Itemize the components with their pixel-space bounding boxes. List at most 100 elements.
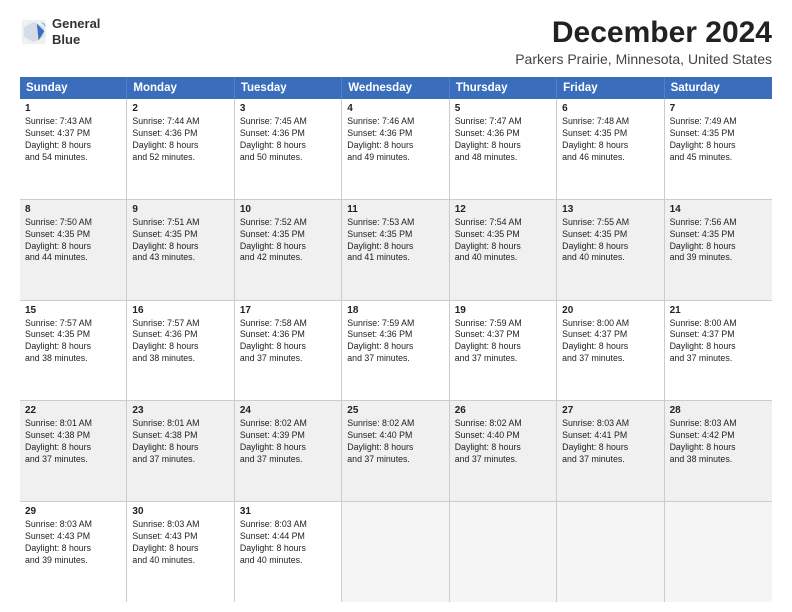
cell-line: Daylight: 8 hours xyxy=(562,442,658,454)
calendar-header-cell: Monday xyxy=(127,77,234,99)
table-row: 10Sunrise: 7:52 AMSunset: 4:35 PMDayligh… xyxy=(235,200,342,300)
cell-line: Sunset: 4:35 PM xyxy=(670,229,767,241)
day-number: 7 xyxy=(670,103,767,114)
table-row xyxy=(665,502,772,602)
day-number: 3 xyxy=(240,103,336,114)
cell-line: and 40 minutes. xyxy=(455,252,551,264)
cell-line: Daylight: 8 hours xyxy=(670,442,767,454)
table-row: 20Sunrise: 8:00 AMSunset: 4:37 PMDayligh… xyxy=(557,301,664,401)
cell-line: Sunrise: 8:02 AM xyxy=(455,418,551,430)
cell-line: and 50 minutes. xyxy=(240,152,336,164)
cell-line: Sunset: 4:44 PM xyxy=(240,531,336,543)
cell-line: Sunrise: 8:00 AM xyxy=(562,318,658,330)
cell-line: Daylight: 8 hours xyxy=(240,341,336,353)
cell-line: and 37 minutes. xyxy=(455,353,551,365)
cell-line: Sunrise: 8:03 AM xyxy=(132,519,228,531)
table-row: 30Sunrise: 8:03 AMSunset: 4:43 PMDayligh… xyxy=(127,502,234,602)
day-number: 2 xyxy=(132,103,228,114)
calendar-header-cell: Wednesday xyxy=(342,77,449,99)
cell-line: Sunset: 4:43 PM xyxy=(132,531,228,543)
cell-line: Sunrise: 7:59 AM xyxy=(347,318,443,330)
cell-line: Sunset: 4:35 PM xyxy=(347,229,443,241)
cell-line: Sunrise: 8:01 AM xyxy=(25,418,121,430)
table-row: 16Sunrise: 7:57 AMSunset: 4:36 PMDayligh… xyxy=(127,301,234,401)
cell-line: and 45 minutes. xyxy=(670,152,767,164)
cell-line: and 49 minutes. xyxy=(347,152,443,164)
table-row: 14Sunrise: 7:56 AMSunset: 4:35 PMDayligh… xyxy=(665,200,772,300)
cell-line: and 46 minutes. xyxy=(562,152,658,164)
day-number: 22 xyxy=(25,405,121,416)
table-row: 4Sunrise: 7:46 AMSunset: 4:36 PMDaylight… xyxy=(342,99,449,199)
day-number: 21 xyxy=(670,305,767,316)
logo: General Blue xyxy=(20,16,100,47)
calendar-header-cell: Friday xyxy=(557,77,664,99)
day-number: 8 xyxy=(25,204,121,215)
cell-line: Daylight: 8 hours xyxy=(132,241,228,253)
cell-line: Daylight: 8 hours xyxy=(240,140,336,152)
table-row: 27Sunrise: 8:03 AMSunset: 4:41 PMDayligh… xyxy=(557,401,664,501)
day-number: 23 xyxy=(132,405,228,416)
cell-line: Sunset: 4:37 PM xyxy=(25,128,121,140)
day-number: 5 xyxy=(455,103,551,114)
table-row: 26Sunrise: 8:02 AMSunset: 4:40 PMDayligh… xyxy=(450,401,557,501)
cell-line: and 43 minutes. xyxy=(132,252,228,264)
cell-line: Daylight: 8 hours xyxy=(562,241,658,253)
cell-line: Sunset: 4:38 PM xyxy=(132,430,228,442)
day-number: 15 xyxy=(25,305,121,316)
header: General Blue December 2024 Parkers Prair… xyxy=(20,16,772,67)
cell-line: Sunset: 4:36 PM xyxy=(347,329,443,341)
table-row: 11Sunrise: 7:53 AMSunset: 4:35 PMDayligh… xyxy=(342,200,449,300)
cell-line: Daylight: 8 hours xyxy=(25,140,121,152)
cell-line: Sunset: 4:36 PM xyxy=(347,128,443,140)
cell-line: and 52 minutes. xyxy=(132,152,228,164)
calendar-row: 29Sunrise: 8:03 AMSunset: 4:43 PMDayligh… xyxy=(20,502,772,602)
day-number: 29 xyxy=(25,506,121,517)
calendar: SundayMondayTuesdayWednesdayThursdayFrid… xyxy=(20,77,772,602)
logo-line2: Blue xyxy=(52,32,80,47)
cell-line: and 37 minutes. xyxy=(347,353,443,365)
day-number: 14 xyxy=(670,204,767,215)
cell-line: Sunset: 4:38 PM xyxy=(25,430,121,442)
table-row: 24Sunrise: 8:02 AMSunset: 4:39 PMDayligh… xyxy=(235,401,342,501)
cell-line: Sunset: 4:43 PM xyxy=(25,531,121,543)
cell-line: Sunset: 4:42 PM xyxy=(670,430,767,442)
day-number: 28 xyxy=(670,405,767,416)
cell-line: Daylight: 8 hours xyxy=(347,140,443,152)
cell-line: and 38 minutes. xyxy=(670,454,767,466)
cell-line: Sunset: 4:40 PM xyxy=(455,430,551,442)
cell-line: Sunset: 4:36 PM xyxy=(132,329,228,341)
cell-line: Daylight: 8 hours xyxy=(240,442,336,454)
cell-line: Sunset: 4:36 PM xyxy=(455,128,551,140)
cell-line: Sunrise: 7:56 AM xyxy=(670,217,767,229)
cell-line: Sunrise: 7:58 AM xyxy=(240,318,336,330)
cell-line: Sunset: 4:35 PM xyxy=(562,128,658,140)
cell-line: Sunrise: 7:47 AM xyxy=(455,116,551,128)
table-row: 2Sunrise: 7:44 AMSunset: 4:36 PMDaylight… xyxy=(127,99,234,199)
day-number: 11 xyxy=(347,204,443,215)
cell-line: Sunset: 4:36 PM xyxy=(240,329,336,341)
cell-line: Daylight: 8 hours xyxy=(132,543,228,555)
table-row xyxy=(450,502,557,602)
cell-line: Daylight: 8 hours xyxy=(455,442,551,454)
logo-text: General Blue xyxy=(52,16,100,47)
table-row: 17Sunrise: 7:58 AMSunset: 4:36 PMDayligh… xyxy=(235,301,342,401)
cell-line: Sunset: 4:35 PM xyxy=(562,229,658,241)
cell-line: Sunrise: 7:53 AM xyxy=(347,217,443,229)
cell-line: Sunset: 4:35 PM xyxy=(240,229,336,241)
cell-line: and 40 minutes. xyxy=(240,555,336,567)
cell-line: and 37 minutes. xyxy=(240,454,336,466)
table-row: 18Sunrise: 7:59 AMSunset: 4:36 PMDayligh… xyxy=(342,301,449,401)
cell-line: Sunset: 4:41 PM xyxy=(562,430,658,442)
day-number: 9 xyxy=(132,204,228,215)
table-row: 12Sunrise: 7:54 AMSunset: 4:35 PMDayligh… xyxy=(450,200,557,300)
cell-line: Sunset: 4:36 PM xyxy=(240,128,336,140)
cell-line: Sunset: 4:35 PM xyxy=(25,229,121,241)
table-row: 28Sunrise: 8:03 AMSunset: 4:42 PMDayligh… xyxy=(665,401,772,501)
cell-line: Sunrise: 7:48 AM xyxy=(562,116,658,128)
day-number: 12 xyxy=(455,204,551,215)
cell-line: Sunrise: 8:00 AM xyxy=(670,318,767,330)
cell-line: Sunrise: 7:55 AM xyxy=(562,217,658,229)
table-row xyxy=(557,502,664,602)
cell-line: Sunrise: 7:57 AM xyxy=(132,318,228,330)
cell-line: Sunset: 4:39 PM xyxy=(240,430,336,442)
